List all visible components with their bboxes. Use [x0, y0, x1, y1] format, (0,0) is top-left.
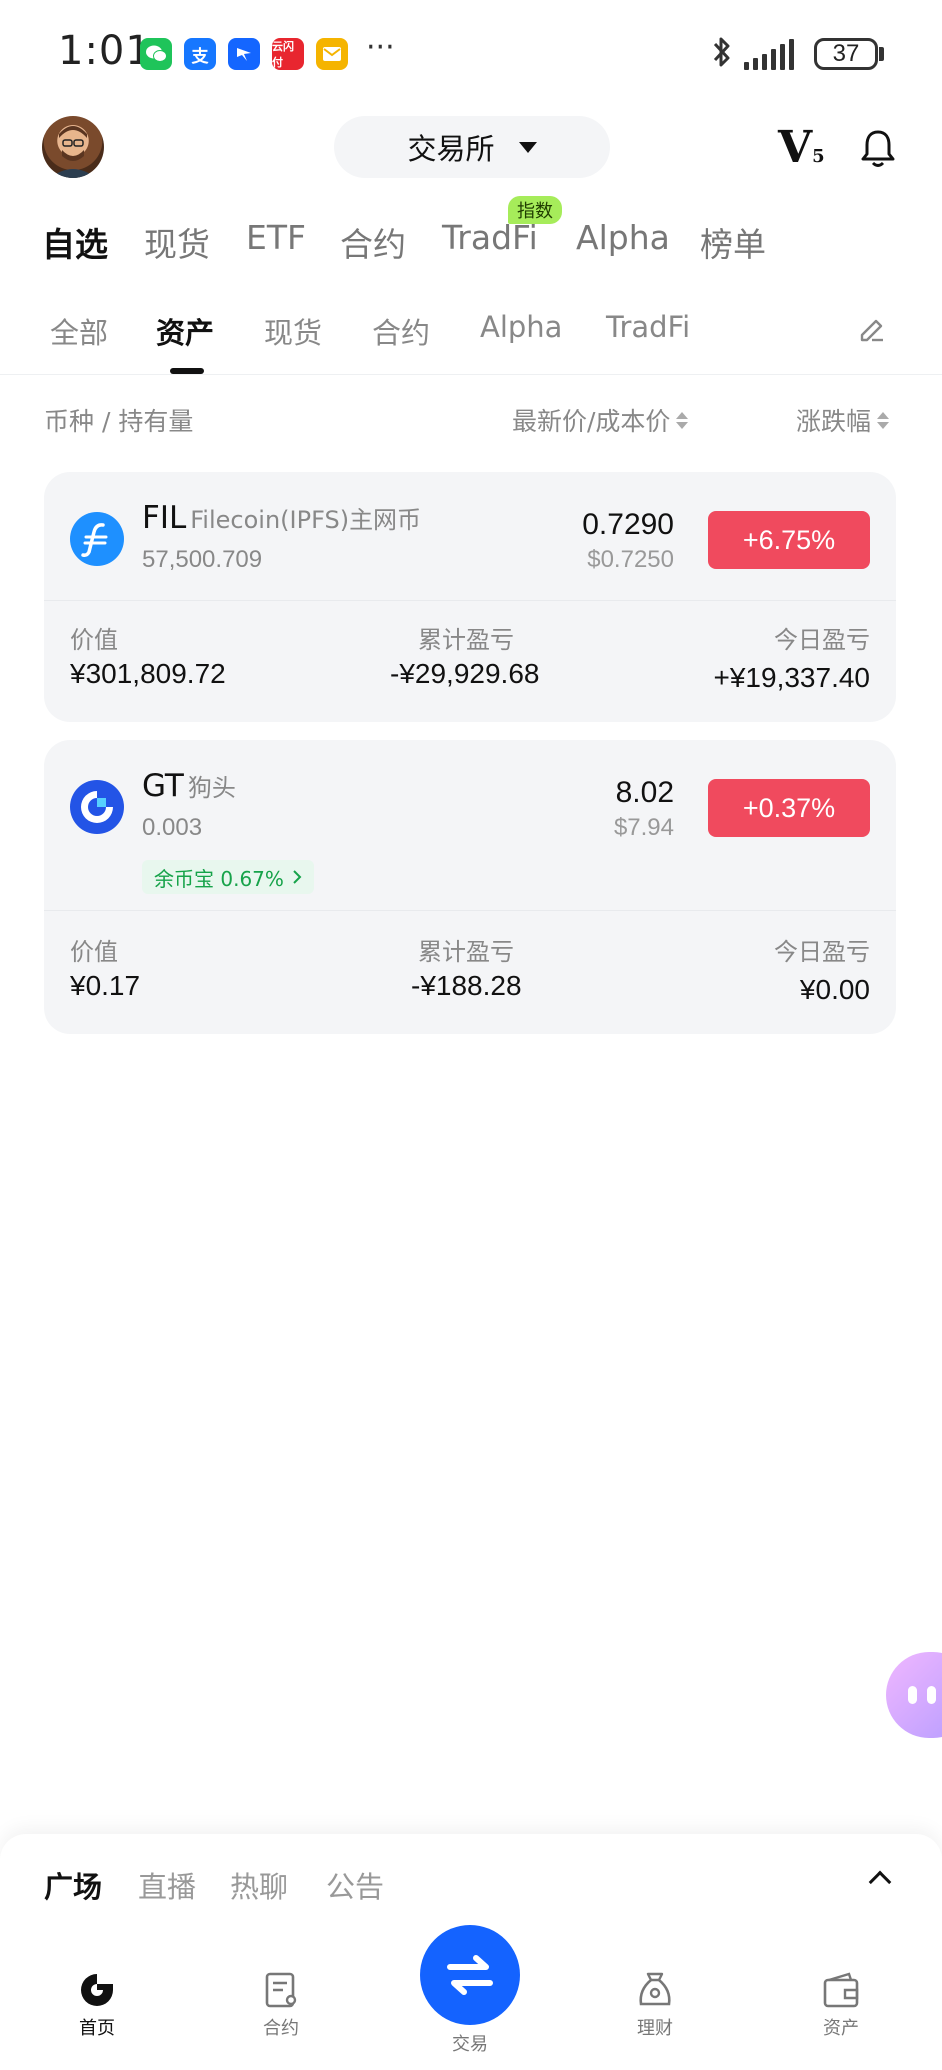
coin-symbol-row: FIL Filecoin(IPFS)主网币 [142, 500, 421, 536]
today-pnl-label: 今日盈亏 [774, 938, 870, 966]
nav-home-label: 首页 [79, 2018, 115, 2039]
assistant-bubble[interactable] [886, 1652, 942, 1738]
nav-earn-label: 理财 [637, 2018, 673, 2039]
holding-amount: 57,500.709 [142, 546, 263, 573]
bell-icon[interactable] [860, 128, 896, 172]
avatar[interactable] [42, 116, 104, 178]
community-tab-square[interactable]: 广场 [44, 1864, 102, 1906]
column-change-label: 涨跌幅 [796, 407, 872, 436]
earn-yield-tag[interactable]: 余币宝 0.67% [142, 860, 314, 894]
chevron-right-icon [293, 870, 302, 884]
sort-icon [877, 411, 890, 429]
bluetooth-icon [710, 34, 734, 74]
latest-price: 8.02 [615, 776, 674, 809]
more-notifications-icon: ··· [366, 30, 395, 65]
yunshanfu-icon: 云闪付 [272, 38, 304, 70]
pnl-amount: -¥188.28 [411, 970, 522, 1001]
mail-icon [316, 38, 348, 70]
sort-icon [676, 411, 689, 429]
subtab-all[interactable]: 全部 [50, 310, 108, 352]
coin-name: Filecoin(IPFS)主网币 [190, 506, 422, 534]
exchange-label: 交易所 [407, 132, 495, 166]
edit-icon[interactable] [858, 316, 886, 348]
cost-price: $0.7250 [587, 546, 674, 573]
change-badge[interactable]: +6.75% [708, 511, 870, 569]
community-tab-live[interactable]: 直播 [138, 1864, 196, 1906]
tab-etf[interactable]: ETF [246, 218, 306, 257]
earn-yield-label: 余币宝 0.67% [154, 866, 284, 891]
change-badge[interactable]: +0.37% [708, 779, 870, 837]
asset-card-fil[interactable]: FIL Filecoin(IPFS)主网币 57,500.709 0.7290 $… [44, 472, 896, 722]
futures-icon [265, 1972, 297, 2008]
column-change-sort[interactable]: 涨跌幅 [796, 402, 890, 438]
coin-symbol: FIL [142, 500, 187, 536]
pnl-label: 累计盈亏 [418, 938, 514, 966]
earn-icon [639, 1972, 671, 2006]
caret-down-icon [518, 141, 537, 153]
tab-futures[interactable]: 合约 [340, 218, 406, 266]
card-divider [44, 910, 896, 911]
column-coin-holding: 币种 / 持有量 [44, 402, 193, 438]
latest-price: 0.7290 [582, 508, 674, 541]
value-amount: ¥0.17 [70, 970, 141, 1001]
vip-letter: V [778, 122, 813, 173]
subtab-alpha[interactable]: Alpha [480, 310, 562, 344]
nav-home[interactable]: 首页 [42, 1970, 152, 2040]
column-price-sort[interactable]: 最新价/成本价 [512, 402, 689, 438]
subtab-tradfi[interactable]: TradFi [606, 310, 690, 344]
tab-spot[interactable]: 现货 [144, 218, 210, 266]
wallet-icon [823, 1972, 859, 2008]
filecoin-icon [70, 512, 124, 566]
community-tab-announcements[interactable]: 公告 [326, 1864, 384, 1906]
exchange-selector[interactable]: 交易所 [334, 116, 610, 178]
coin-symbol: GT [142, 768, 184, 804]
coin-symbol-row: GT 狗头 [142, 768, 236, 804]
divider [0, 374, 942, 375]
vip-badge[interactable]: V5 [778, 122, 825, 173]
cost-price: $7.94 [613, 814, 674, 841]
value-label: 价值 [70, 938, 118, 966]
nav-assets[interactable]: 资产 [786, 1970, 896, 2040]
today-pnl-label: 今日盈亏 [774, 626, 870, 654]
today-pnl-amount: +¥19,337.40 [713, 662, 871, 693]
value-label: 价值 [70, 626, 118, 654]
battery-tip [879, 47, 884, 61]
community-tab-chat[interactable]: 热聊 [230, 1864, 288, 1906]
subtab-futures[interactable]: 合约 [372, 310, 430, 352]
vip-level: 5 [812, 146, 825, 167]
nav-earn[interactable]: 理财 [600, 1970, 710, 2040]
home-icon [81, 1974, 113, 2006]
signal-icon [744, 38, 794, 70]
tab-alpha[interactable]: Alpha [576, 218, 670, 257]
tab-rankings[interactable]: 榜单 [700, 218, 766, 266]
status-time: 1:01 [58, 28, 152, 74]
battery-indicator: 37 [814, 38, 878, 70]
tab-favorites[interactable]: 自选 [42, 218, 108, 266]
asset-card-gt[interactable]: GT 狗头 0.003 8.02 $7.94 +0.37% 余币宝 0.67% 价… [44, 740, 896, 1034]
subtab-spot[interactable]: 现货 [264, 310, 322, 352]
coin-name: 狗头 [187, 774, 236, 802]
nav-assets-label: 资产 [823, 2018, 859, 2039]
index-tag: 指数 [508, 196, 562, 224]
subtab-assets[interactable]: 资产 [156, 310, 214, 352]
nav-trade-label: 交易 [452, 2034, 488, 2055]
nav-futures[interactable]: 合约 [226, 1970, 336, 2040]
value-amount: ¥301,809.72 [70, 658, 226, 689]
today-pnl-amount: ¥0.00 [799, 974, 870, 1005]
nav-futures-label: 合约 [263, 2018, 299, 2039]
card-divider [44, 600, 896, 601]
column-price-label: 最新价/成本价 [512, 407, 671, 436]
dingtalk-icon [228, 38, 260, 70]
column-coin-label: 币种 / 持有量 [44, 407, 194, 436]
alipay-icon: 支 [184, 38, 216, 70]
wechat-icon [140, 38, 172, 70]
swap-icon [447, 1955, 493, 1995]
pnl-amount: -¥29,929.68 [390, 658, 540, 689]
holding-amount: 0.003 [142, 814, 203, 841]
trade-button[interactable] [420, 1925, 520, 2025]
gatetoken-icon [70, 780, 124, 834]
pnl-label: 累计盈亏 [418, 626, 514, 654]
